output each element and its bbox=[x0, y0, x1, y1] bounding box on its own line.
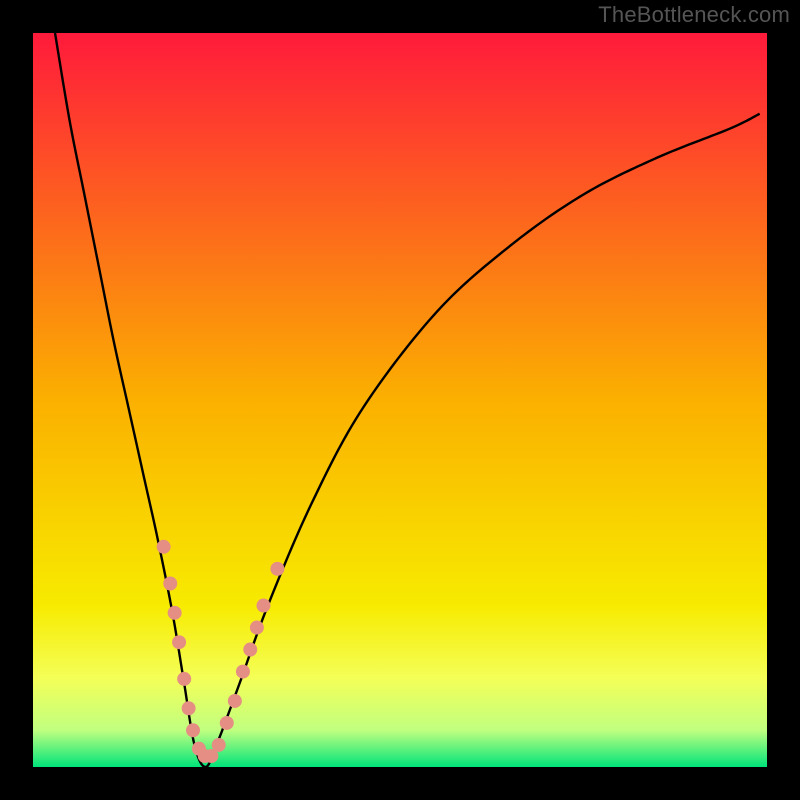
gradient-background bbox=[33, 33, 767, 767]
highlight-dot bbox=[168, 606, 182, 620]
highlight-dot bbox=[250, 621, 264, 635]
highlight-dot bbox=[256, 599, 270, 613]
highlight-dot bbox=[177, 672, 191, 686]
highlight-dot bbox=[236, 665, 250, 679]
watermark-text: TheBottleneck.com bbox=[598, 2, 790, 28]
highlight-dot bbox=[270, 562, 284, 576]
plot-area bbox=[33, 33, 767, 767]
bottleneck-chart bbox=[0, 0, 800, 800]
highlight-dot bbox=[182, 701, 196, 715]
highlight-dot bbox=[186, 723, 200, 737]
highlight-dot bbox=[163, 577, 177, 591]
highlight-dot bbox=[212, 738, 226, 752]
highlight-dot bbox=[228, 694, 242, 708]
highlight-dot bbox=[157, 540, 171, 554]
highlight-dot bbox=[172, 635, 186, 649]
highlight-dot bbox=[243, 643, 257, 657]
chart-container: TheBottleneck.com bbox=[0, 0, 800, 800]
highlight-dot bbox=[220, 716, 234, 730]
